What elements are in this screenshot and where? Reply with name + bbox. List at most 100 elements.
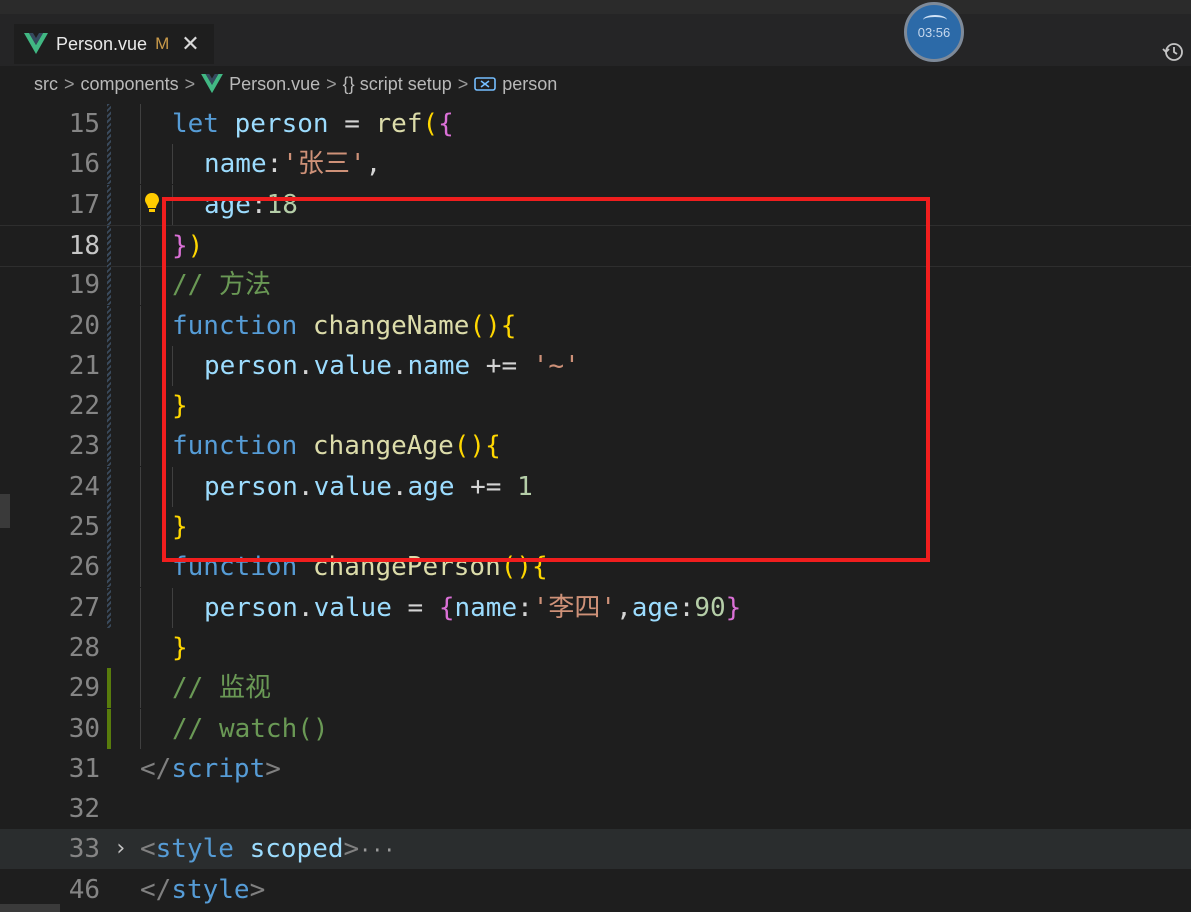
git-modified-marker[interactable] xyxy=(107,225,111,266)
code-line[interactable]: 30 // watch() xyxy=(0,708,1191,749)
indent-guide xyxy=(172,184,173,225)
code-token: name xyxy=(454,592,518,623)
timer-text: 03:56 xyxy=(917,24,951,40)
code-text: // 方法 xyxy=(172,265,271,305)
code-line[interactable]: 32 xyxy=(0,789,1191,829)
line-number: 19 xyxy=(68,270,100,301)
git-modified-marker[interactable] xyxy=(107,386,111,427)
wave-icon xyxy=(923,15,947,25)
indent-guide xyxy=(140,668,141,709)
fold-chevron-icon[interactable]: › xyxy=(114,829,127,869)
git-modified-marker[interactable] xyxy=(107,305,111,346)
code-token: . xyxy=(297,592,314,623)
code-token: </ xyxy=(140,874,172,905)
indent-guide xyxy=(140,225,141,266)
code-line[interactable]: 31 </script> xyxy=(0,749,1191,789)
git-modified-marker[interactable] xyxy=(107,466,111,507)
line-number: 28 xyxy=(68,632,100,663)
breadcrumb-item-person[interactable]: person xyxy=(502,74,557,95)
code-line[interactable]: 18}) xyxy=(0,224,1191,267)
line-number: 15 xyxy=(68,109,100,139)
code-token: function xyxy=(172,431,298,462)
code-token: changePerson xyxy=(312,552,501,583)
history-icon[interactable] xyxy=(1161,40,1185,64)
indent-guide xyxy=(140,708,141,749)
code-line[interactable]: 17 age:18 xyxy=(0,184,1191,225)
close-icon[interactable]: ✕ xyxy=(181,31,199,57)
vue-file-icon xyxy=(24,33,48,54)
code-token: { xyxy=(438,592,455,623)
code-token: // 监视 xyxy=(172,673,271,704)
line-number: 21 xyxy=(68,350,100,381)
lightbulb-icon[interactable] xyxy=(143,191,161,215)
code-token: } xyxy=(172,512,188,542)
code-text: name:'张三', xyxy=(204,144,381,184)
code-token: value xyxy=(313,350,392,381)
code-token: function xyxy=(172,552,298,583)
git-modified-marker[interactable] xyxy=(107,144,111,185)
code-editor[interactable]: 15 let person = ref({16 name:'张三', 17 age:18… xyxy=(0,102,1191,912)
code-line[interactable]: 28} xyxy=(0,627,1191,668)
code-token: 18 xyxy=(266,189,298,220)
code-line[interactable]: 16 name:'张三', xyxy=(0,144,1191,185)
code-line[interactable]: 19 // 方法 xyxy=(0,265,1191,306)
code-line[interactable]: 33 <style scoped>··· › xyxy=(0,829,1191,870)
code-line[interactable]: 26 function changePerson(){ xyxy=(0,547,1191,588)
git-modified-marker[interactable] xyxy=(107,587,111,628)
line-number: 23 xyxy=(68,431,100,462)
code-line[interactable]: 25} xyxy=(0,507,1191,547)
code-token: = xyxy=(391,592,439,623)
code-token: : xyxy=(517,592,533,623)
indent-guide xyxy=(140,345,141,386)
code-token: person xyxy=(204,350,298,381)
git-modified-marker[interactable] xyxy=(107,265,111,306)
vue-file-icon xyxy=(201,74,224,94)
indent-guide xyxy=(140,265,141,306)
indent-guide xyxy=(140,547,141,588)
code-line[interactable]: 15 let person = ref({ xyxy=(0,104,1191,144)
breadcrumb-item-src[interactable]: src xyxy=(34,74,58,95)
code-token: { xyxy=(438,109,454,139)
breadcrumb-item-script-setup[interactable]: {} script setup xyxy=(343,74,452,95)
tab-person-vue[interactable]: Person.vue M ✕ xyxy=(14,24,214,64)
code-token: scoped xyxy=(249,834,344,865)
line-number: 33 xyxy=(68,834,100,865)
git-modified-marker[interactable] xyxy=(107,104,111,144)
code-line[interactable]: 21 person.value.name += '~' xyxy=(0,345,1191,386)
bottom-edge-tab xyxy=(0,904,60,912)
breadcrumb-item-components[interactable]: components xyxy=(81,74,179,95)
code-text: function changePerson(){ xyxy=(172,547,548,587)
git-modified-marker[interactable] xyxy=(107,547,111,588)
git-modified-marker[interactable] xyxy=(107,426,111,467)
code-text: } xyxy=(172,386,188,426)
code-text: person.value = {name:'李四',age:90} xyxy=(204,588,741,628)
breadcrumb-separator: > xyxy=(457,73,469,94)
breadcrumb-separator: > xyxy=(184,73,196,94)
git-modified-marker[interactable] xyxy=(107,184,111,225)
code-line[interactable]: 20 function changeName(){ xyxy=(0,305,1191,346)
code-line[interactable]: 29 // 监视 xyxy=(0,668,1191,709)
code-token: age xyxy=(407,471,455,502)
code-token: value xyxy=(313,471,392,502)
modified-indicator: M xyxy=(155,34,170,53)
code-line[interactable]: 22} xyxy=(0,386,1191,427)
code-token: : xyxy=(266,149,283,180)
code-token: { xyxy=(500,310,517,341)
code-line[interactable]: 23 function changeAge(){ xyxy=(0,426,1191,467)
git-added-marker[interactable] xyxy=(107,668,111,709)
breadcrumb-item-file[interactable]: Person.vue xyxy=(229,74,320,95)
git-modified-marker[interactable] xyxy=(107,507,111,547)
code-line[interactable]: 46 </style> xyxy=(0,870,1191,910)
window-top-strip xyxy=(0,0,1191,14)
git-modified-marker[interactable] xyxy=(107,345,111,386)
indent-guide xyxy=(140,104,141,144)
code-token: '李四' xyxy=(532,592,617,623)
code-line[interactable]: 27 person.value = {name:'李四',age:90} xyxy=(0,587,1191,628)
code-token: ) xyxy=(187,230,204,261)
code-line[interactable]: 24 person.value.age += 1 xyxy=(0,466,1191,507)
indent-guide xyxy=(140,144,141,185)
git-added-marker[interactable] xyxy=(107,708,111,749)
code-token: . xyxy=(297,350,314,381)
